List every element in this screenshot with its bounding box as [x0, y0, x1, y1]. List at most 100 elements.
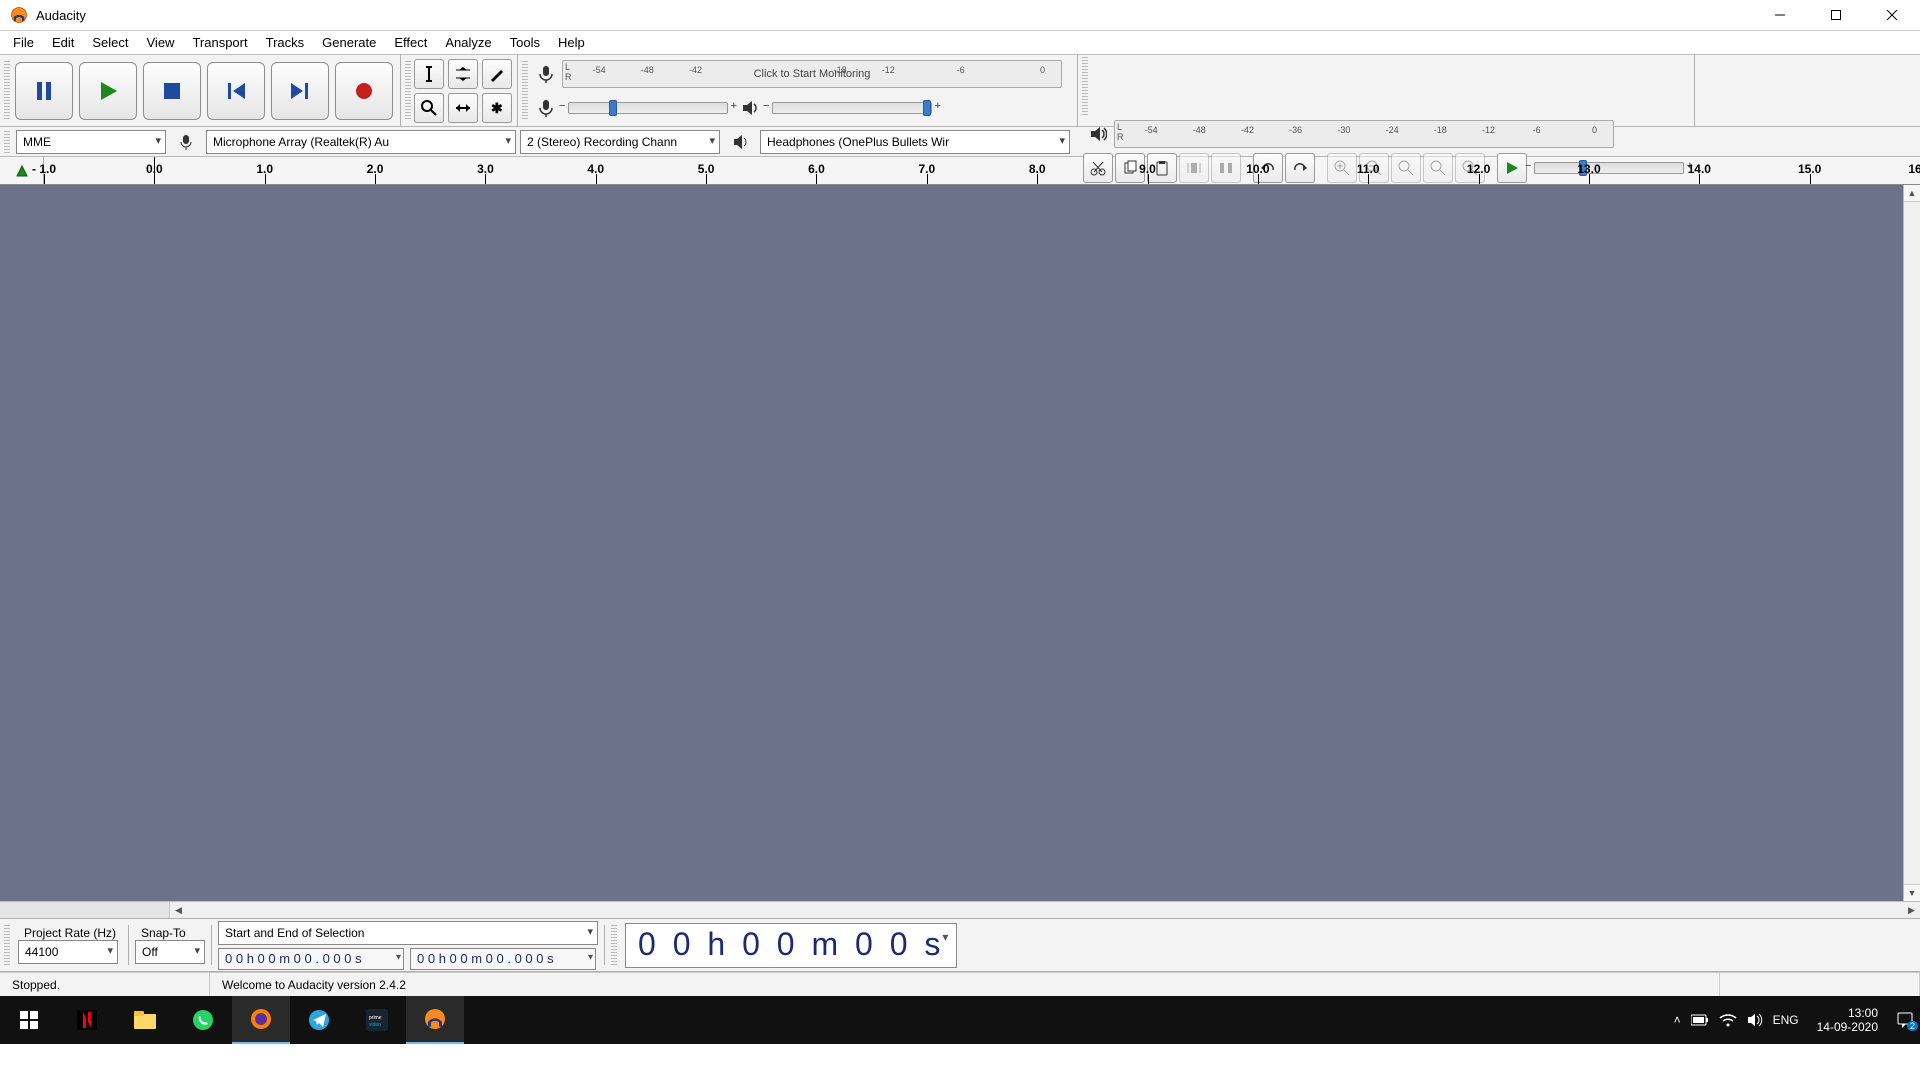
- menu-transport[interactable]: Transport: [183, 33, 256, 52]
- snap-to-select[interactable]: Off: [135, 940, 205, 964]
- envelope-tool[interactable]: [448, 59, 478, 89]
- menu-effect[interactable]: Effect: [385, 33, 436, 52]
- timeline-ruler[interactable]: - 1.00.01.02.03.04.05.06.07.08.09.010.01…: [0, 157, 1920, 185]
- taskbar-app-firefox[interactable]: [232, 996, 290, 1044]
- microphone-icon[interactable]: [534, 62, 558, 86]
- ruler-tick: [485, 174, 486, 184]
- selection-toolbar: Project Rate (Hz) 44100 Snap-To Off Star…: [0, 918, 1920, 972]
- menu-help[interactable]: Help: [549, 33, 594, 52]
- ruler-tick: [1258, 174, 1259, 184]
- timeshift-tool[interactable]: [448, 93, 478, 123]
- stop-button[interactable]: [143, 62, 201, 120]
- timeline-area[interactable]: ▲ ▼: [0, 185, 1920, 901]
- tray-notif-count: 2: [1907, 1021, 1918, 1031]
- status-message: Welcome to Audacity version 2.4.2: [210, 973, 1720, 996]
- menu-tools[interactable]: Tools: [501, 33, 549, 52]
- ruler-label: 16.0: [1908, 162, 1920, 176]
- selection-mode-select[interactable]: Start and End of Selection: [218, 921, 598, 945]
- zoom-tool[interactable]: [414, 93, 444, 123]
- minimize-button[interactable]: [1752, 0, 1808, 31]
- grip-icon[interactable]: [1082, 57, 1088, 117]
- menu-edit[interactable]: Edit: [43, 33, 83, 52]
- transport-group: [0, 55, 401, 126]
- taskbar-app-primevideo[interactable]: primevideo: [348, 996, 406, 1044]
- recording-meter[interactable]: LR Click to Start Monitoring -54 -48 -42…: [562, 60, 1062, 88]
- selection-start-field[interactable]: 0 0 h 0 0 m 0 0 . 0 0 0 s: [218, 948, 404, 970]
- menu-view[interactable]: View: [138, 33, 184, 52]
- skip-start-button[interactable]: [207, 62, 265, 120]
- scroll-spacer: [0, 902, 170, 918]
- tray-battery-icon[interactable]: [1691, 1014, 1709, 1026]
- snap-to-label: Snap-To: [141, 926, 199, 940]
- menu-generate[interactable]: Generate: [313, 33, 385, 52]
- tray-language[interactable]: ENG: [1773, 1013, 1799, 1027]
- ruler-tick: [1479, 174, 1480, 184]
- tray-wifi-icon[interactable]: [1719, 1013, 1737, 1027]
- menu-file[interactable]: File: [4, 33, 43, 52]
- taskbar-app-audacity[interactable]: [406, 996, 464, 1044]
- menu-analyze[interactable]: Analyze: [436, 33, 500, 52]
- grip-icon[interactable]: [4, 131, 10, 153]
- speaker-icon[interactable]: [1086, 122, 1110, 146]
- grip-icon[interactable]: [4, 925, 10, 965]
- playhead[interactable]: [154, 157, 155, 184]
- grip-icon[interactable]: [4, 61, 10, 121]
- selection-mode-value: Start and End of Selection: [225, 926, 364, 940]
- meter-tick: -18: [1434, 125, 1447, 135]
- svg-text:✱: ✱: [491, 100, 503, 116]
- grip-icon[interactable]: [611, 925, 617, 965]
- close-button[interactable]: [1864, 0, 1920, 31]
- tray-notifications-icon[interactable]: 2: [1896, 1011, 1914, 1029]
- meter-tick: -48: [641, 65, 654, 75]
- grip-icon[interactable]: [522, 61, 528, 121]
- ruler-tick: [927, 174, 928, 184]
- vertical-scrollbar[interactable]: ▲ ▼: [1903, 185, 1920, 901]
- multi-tool[interactable]: ✱: [482, 93, 512, 123]
- taskbar-app-telegram[interactable]: [290, 996, 348, 1044]
- audio-position-field[interactable]: 0 0 h 0 0 m 0 0 s: [625, 923, 957, 968]
- menu-select[interactable]: Select: [83, 33, 137, 52]
- draw-tool[interactable]: [482, 59, 512, 89]
- audio-host-value: MME: [23, 135, 51, 149]
- taskbar-app-netflix[interactable]: [58, 996, 116, 1044]
- pause-button[interactable]: [15, 62, 73, 120]
- snap-to-value: Off: [142, 945, 158, 959]
- tray-volume-icon[interactable]: [1747, 1013, 1763, 1027]
- tray-chevron-icon[interactable]: ˄: [1674, 1013, 1681, 1027]
- recording-device-select[interactable]: Microphone Array (Realtek(R) Au: [206, 130, 516, 154]
- microphone-icon: [534, 96, 558, 120]
- playback-meter[interactable]: LR -54 -48 -42 -36 -30 -24 -18 -12 -6 0: [1114, 120, 1614, 148]
- tray-clock[interactable]: 13:00 14-09-2020: [1809, 1006, 1886, 1034]
- meter-tick: -42: [1241, 125, 1254, 135]
- meter-tick: -54: [593, 65, 606, 75]
- recording-volume-slider[interactable]: −+: [568, 102, 728, 114]
- start-button[interactable]: [0, 996, 58, 1044]
- horizontal-scrollbar[interactable]: ◀ ▶: [0, 901, 1920, 918]
- audio-host-select[interactable]: MME: [16, 130, 166, 154]
- selection-tool[interactable]: [414, 59, 444, 89]
- scroll-down-icon[interactable]: ▼: [1904, 884, 1920, 901]
- system-tray: ˄ ENG 13:00 14-09-2020 2: [1674, 1006, 1920, 1034]
- scroll-right-icon[interactable]: ▶: [1903, 902, 1920, 918]
- menu-tracks[interactable]: Tracks: [257, 33, 314, 52]
- ruler-tick: [1148, 174, 1149, 184]
- playback-device-select[interactable]: Headphones (OnePlus Bullets Wir: [760, 130, 1070, 154]
- divider: [604, 925, 605, 965]
- play-button[interactable]: [79, 62, 137, 120]
- ruler-tick: [596, 174, 597, 184]
- maximize-button[interactable]: [1808, 0, 1864, 31]
- playback-volume-slider[interactable]: −+: [772, 102, 932, 114]
- ruler-tick: [816, 174, 817, 184]
- taskbar-app-explorer[interactable]: [116, 996, 174, 1044]
- tools-group: ✱: [401, 55, 518, 126]
- scroll-up-icon[interactable]: ▲: [1904, 185, 1920, 202]
- record-button[interactable]: [335, 62, 393, 120]
- selection-end-field[interactable]: 0 0 h 0 0 m 0 0 . 0 0 0 s: [410, 948, 596, 970]
- grip-icon[interactable]: [405, 61, 411, 121]
- scroll-left-icon[interactable]: ◀: [170, 902, 187, 918]
- taskbar-app-whatsapp[interactable]: [174, 996, 232, 1044]
- recording-device-value: Microphone Array (Realtek(R) Au: [213, 135, 389, 149]
- skip-end-button[interactable]: [271, 62, 329, 120]
- project-rate-select[interactable]: 44100: [18, 940, 118, 964]
- recording-channels-select[interactable]: 2 (Stereo) Recording Chann: [520, 130, 720, 154]
